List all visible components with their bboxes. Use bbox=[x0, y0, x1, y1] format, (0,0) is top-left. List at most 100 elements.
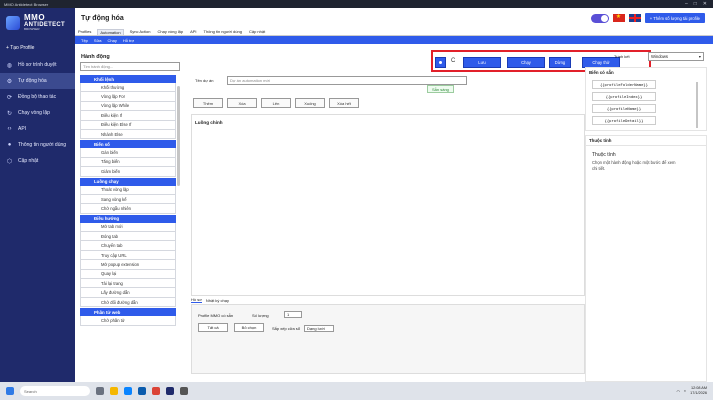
add-step-button[interactable]: Thêm bbox=[193, 98, 223, 108]
sidebar-item-api[interactable]: ‹› API bbox=[0, 121, 75, 137]
group-header[interactable]: Biến số bbox=[80, 140, 176, 149]
tab-api[interactable]: API bbox=[189, 29, 197, 34]
action-item[interactable]: Gán biến bbox=[80, 148, 176, 158]
os-select[interactable]: Windows ▾ bbox=[648, 52, 704, 61]
app-icon[interactable] bbox=[138, 387, 146, 395]
action-item[interactable]: Điều kiện If bbox=[80, 111, 176, 121]
action-item[interactable]: Vòng lặp While bbox=[80, 101, 176, 112]
sidebar-item-label: Chạy vòng lặp bbox=[18, 110, 50, 116]
record-button[interactable] bbox=[435, 57, 446, 68]
sidebar-item-loop[interactable]: ↻ Chạy vòng lặp bbox=[0, 105, 75, 121]
add-profile-quota-button[interactable]: + Thêm số lượng tài profile bbox=[644, 13, 705, 23]
mmo-app-icon[interactable] bbox=[166, 387, 174, 395]
tab-update[interactable]: Cập nhật bbox=[248, 29, 266, 34]
taskbar-search[interactable]: Search bbox=[20, 386, 90, 396]
count-stepper[interactable]: 1 bbox=[284, 311, 302, 318]
tab-loop[interactable]: Chạy vòng lặp bbox=[156, 29, 184, 34]
group-header[interactable]: Điều hướng bbox=[80, 214, 176, 223]
action-item[interactable]: Chờ ngẫu nhiên bbox=[80, 204, 176, 214]
tab-user-info[interactable]: Thông tin người dùng bbox=[203, 29, 243, 34]
tab-automation[interactable]: Automation bbox=[97, 28, 124, 35]
create-profile-button[interactable]: + Tạo Profile bbox=[4, 43, 71, 53]
sidebar-item-sync[interactable]: ⟳ Đồng bộ thao tác bbox=[0, 89, 75, 105]
select-all-button[interactable]: Tất cả bbox=[198, 323, 228, 332]
group-header[interactable]: Khối lệnh bbox=[80, 75, 176, 83]
volume-icon[interactable]: ◖ bbox=[684, 389, 686, 393]
delete-step-button[interactable]: Xóa bbox=[227, 98, 257, 108]
action-item[interactable]: Lấy đường dẫn bbox=[80, 288, 176, 298]
close-icon[interactable]: ✕ bbox=[703, 1, 707, 7]
sort-windows-select[interactable]: Dạng lưới bbox=[304, 325, 334, 332]
action-item[interactable]: Nhánh Else bbox=[80, 129, 176, 140]
action-item[interactable]: Đóng tab bbox=[80, 232, 176, 242]
group-header[interactable]: Phần tử web bbox=[80, 308, 176, 317]
sidebar-item-label: Đồng bộ thao tác bbox=[18, 94, 57, 100]
action-search-input[interactable]: Tìm hành động... bbox=[80, 62, 180, 71]
tab-profiles-bottom[interactable]: Hồ sơ bbox=[191, 297, 202, 303]
loop-icon: ↻ bbox=[6, 110, 13, 117]
edge-icon[interactable] bbox=[124, 387, 132, 395]
minimize-icon[interactable]: – bbox=[685, 1, 688, 7]
browser-state-label: Trình kết bbox=[614, 54, 630, 59]
menu-run[interactable]: Chạy bbox=[107, 38, 116, 43]
action-item[interactable]: Điều kiện Else If bbox=[80, 120, 176, 130]
window-title: MMO Antidetect Browser bbox=[4, 1, 49, 7]
action-item[interactable]: Vòng lặp For bbox=[80, 92, 176, 102]
menu-help[interactable]: Hỗ trợ bbox=[123, 38, 134, 43]
action-item[interactable]: Tăng biến bbox=[80, 157, 176, 168]
vietnam-flag-icon[interactable] bbox=[612, 13, 625, 22]
move-down-button[interactable]: Xuống bbox=[295, 98, 325, 108]
stop-button[interactable]: Dừng bbox=[549, 57, 571, 68]
maximize-icon[interactable]: □ bbox=[694, 1, 697, 7]
move-up-button[interactable]: Lên bbox=[261, 98, 291, 108]
flow-canvas[interactable] bbox=[191, 114, 585, 296]
action-list-scrollbar[interactable] bbox=[177, 86, 180, 186]
task-view-icon[interactable] bbox=[96, 387, 104, 395]
action-item[interactable]: Truy cập URL bbox=[80, 250, 176, 261]
menu-file[interactable]: Tệp bbox=[81, 38, 88, 43]
refresh-icon[interactable]: C bbox=[451, 58, 455, 64]
sidebar-item-update[interactable]: ⬡ Cập nhật bbox=[0, 153, 75, 169]
group-header[interactable]: Luồng chạy bbox=[80, 177, 176, 186]
logo-mark-icon bbox=[6, 15, 20, 30]
variable-item[interactable]: {{profileName}} bbox=[592, 104, 656, 113]
action-item[interactable]: Chờ đổi đường dẫn bbox=[80, 297, 176, 308]
sidebar: MMO ANTIDETECT BROWSER + Tạo Profile ◍ H… bbox=[0, 8, 75, 382]
action-item[interactable]: Tải lại trang bbox=[80, 279, 176, 289]
action-item[interactable]: Khối thường bbox=[80, 83, 176, 93]
tab-profiles[interactable]: Profiles bbox=[77, 29, 92, 34]
action-item[interactable]: Sang vòng kế bbox=[80, 194, 176, 205]
variable-item[interactable]: {{profileDetail}} bbox=[592, 116, 656, 125]
action-item[interactable]: Chờ phần tử bbox=[80, 316, 176, 326]
system-tray: ◠ ◖ 12:08 AM 17/1/2026 bbox=[676, 386, 713, 395]
sidebar-item-user-info[interactable]: ● Thông tin người dùng bbox=[0, 137, 75, 153]
action-list: Khối lệnh Khối thường Vòng lặp For Vòng … bbox=[80, 75, 176, 326]
run-button[interactable]: Chạy bbox=[507, 57, 545, 68]
action-item[interactable]: Thoát vòng lặp bbox=[80, 185, 176, 195]
terminal-icon[interactable] bbox=[180, 387, 188, 395]
variables-scrollbar[interactable] bbox=[696, 82, 698, 128]
clock[interactable]: 12:08 AM 17/1/2026 bbox=[690, 386, 707, 395]
action-item[interactable]: Mở popup extension bbox=[80, 260, 176, 270]
clear-all-button[interactable]: Xóa hết bbox=[329, 98, 359, 108]
variable-item[interactable]: {{profileFolderName}} bbox=[592, 80, 656, 89]
action-item[interactable]: Mở tab mới bbox=[80, 222, 176, 233]
wifi-icon[interactable]: ◠ bbox=[676, 389, 679, 394]
variable-item[interactable]: {{profileIndex}} bbox=[592, 92, 656, 101]
uk-flag-icon[interactable] bbox=[628, 14, 641, 22]
action-item[interactable]: Chuyển tab bbox=[80, 241, 176, 251]
save-button[interactable]: Lưu bbox=[463, 57, 501, 68]
menu-edit[interactable]: Sửa bbox=[94, 38, 102, 43]
file-explorer-icon[interactable] bbox=[110, 387, 118, 395]
windows-start-icon[interactable] bbox=[6, 387, 14, 395]
deselect-button[interactable]: Bỏ chọn bbox=[234, 323, 264, 332]
chrome-icon[interactable] bbox=[152, 387, 160, 395]
sidebar-item-automation[interactable]: ⚙ Tự động hóa bbox=[0, 73, 75, 89]
sidebar-item-browser-profiles[interactable]: ◍ Hồ sơ trình duyệt bbox=[0, 57, 75, 73]
tab-sync-action[interactable]: Sync Action bbox=[129, 29, 152, 34]
theme-toggle[interactable] bbox=[590, 13, 609, 23]
action-item[interactable]: Giảm biến bbox=[80, 167, 176, 177]
action-item[interactable]: Quay lại bbox=[80, 269, 176, 280]
tab-run-log[interactable]: Nhật ký chạy bbox=[206, 298, 229, 303]
project-name-input[interactable]: Dự án automation mới bbox=[227, 76, 467, 85]
